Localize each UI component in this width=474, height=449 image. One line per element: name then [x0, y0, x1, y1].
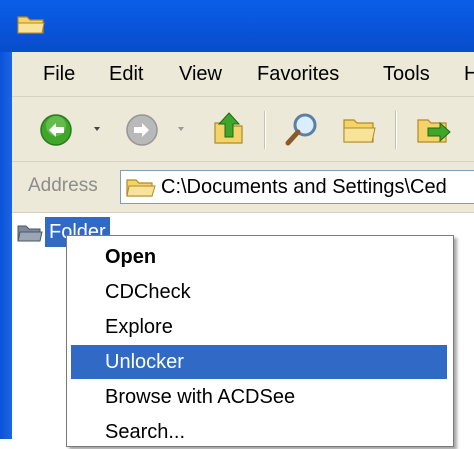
toolbar: [12, 97, 474, 162]
address-bar: Address C:\Documents and Settings\Ced: [12, 162, 474, 213]
menu-tools[interactable]: Tools: [383, 63, 430, 86]
menu-favorites[interactable]: Favorites: [257, 63, 339, 86]
folders-icon: [343, 119, 376, 143]
window-frame-left: [0, 52, 12, 439]
menu-item-label: Unlocker: [105, 351, 184, 373]
up-folder-icon: [214, 112, 243, 144]
menu-item-browse-acdsee[interactable]: Browse with ACDSee: [71, 380, 447, 414]
menu-item-label: Browse with ACDSee: [105, 386, 296, 408]
menu-item-label: CDCheck: [105, 281, 191, 303]
forward-button[interactable]: [124, 113, 194, 147]
title-bar[interactable]: [0, 0, 474, 52]
address-path: C:\Documents and Settings\Ced: [161, 176, 447, 198]
folder-icon: [126, 179, 156, 197]
back-icon: [40, 114, 72, 146]
forward-dropdown-icon[interactable]: [178, 127, 184, 131]
move-to-icon: [417, 119, 451, 143]
move-to-button[interactable]: [414, 110, 454, 148]
menu-item-search[interactable]: Search...: [71, 415, 447, 449]
menu-item-cdcheck[interactable]: CDCheck: [71, 275, 447, 309]
toolbar-separator: [264, 111, 266, 149]
folder-icon: [17, 16, 45, 34]
up-button[interactable]: [210, 109, 250, 149]
back-button[interactable]: [38, 113, 104, 147]
search-button[interactable]: [283, 111, 321, 149]
folder-icon: [17, 225, 43, 242]
address-label: Address: [28, 175, 98, 196]
toolbar-separator: [395, 111, 397, 149]
menu-bar: File Edit View Favorites Tools H: [12, 52, 474, 97]
back-dropdown-icon[interactable]: [94, 127, 100, 131]
search-icon: [285, 113, 317, 146]
menu-help[interactable]: H: [464, 63, 474, 86]
forward-icon: [126, 114, 158, 146]
menu-view[interactable]: View: [179, 63, 222, 86]
menu-item-label: Explore: [105, 316, 173, 338]
context-menu: Open CDCheck Explore Unlocker Browse wit…: [66, 235, 454, 447]
folders-button[interactable]: [340, 112, 380, 148]
menu-item-label: Search...: [105, 421, 186, 443]
menu-file[interactable]: File: [43, 63, 75, 86]
menu-item-explore[interactable]: Explore: [71, 310, 447, 344]
address-input[interactable]: C:\Documents and Settings\Ced: [120, 170, 474, 204]
menu-item-open[interactable]: Open: [71, 240, 447, 274]
menu-item-label: Open: [105, 246, 157, 268]
menu-item-unlocker[interactable]: Unlocker: [71, 345, 447, 379]
menu-edit[interactable]: Edit: [109, 63, 143, 86]
